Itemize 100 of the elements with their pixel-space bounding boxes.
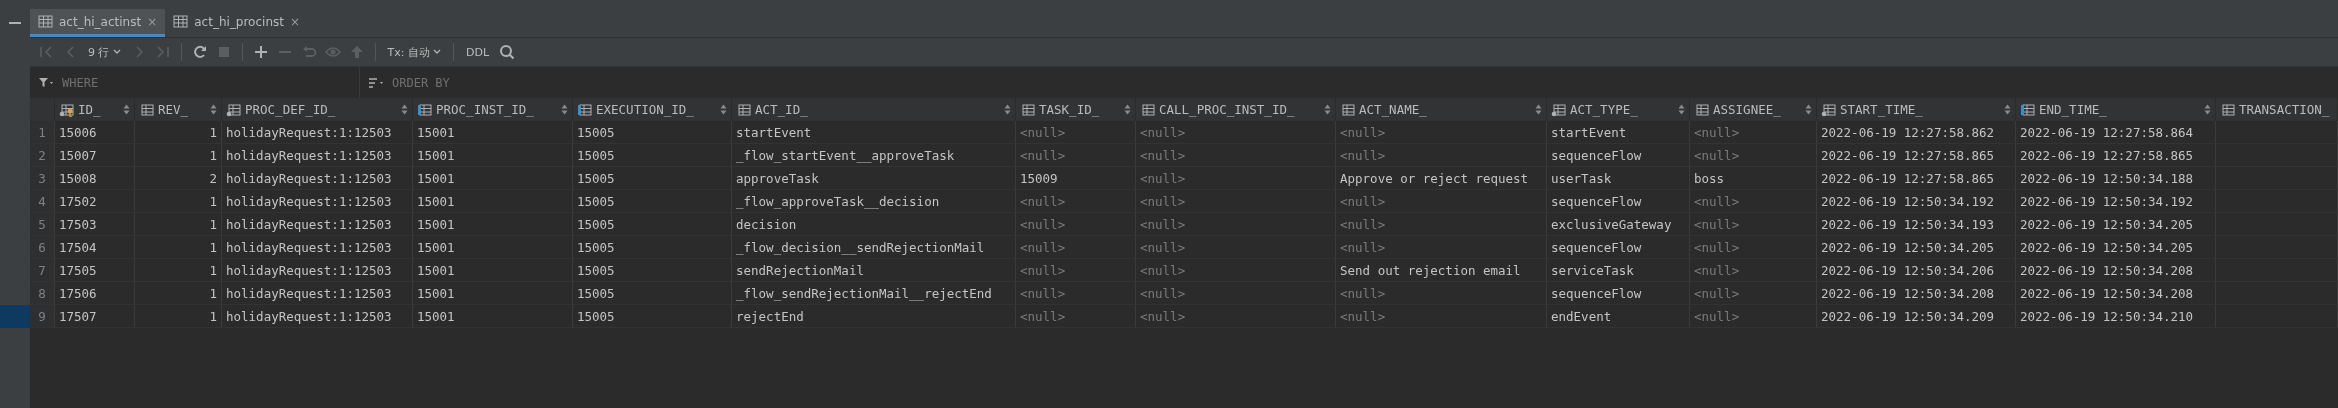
table-cell: <null> [1136, 213, 1336, 236]
table-cell: sequenceFlow [1547, 236, 1690, 259]
table-cell: sequenceFlow [1547, 144, 1690, 167]
search-icon[interactable] [498, 43, 516, 61]
sort-arrows-icon[interactable] [1678, 104, 1685, 115]
table-cell: 15007 [55, 144, 135, 167]
table-cell: Send out rejection email [1336, 259, 1547, 282]
table-cell: sequenceFlow [1547, 190, 1690, 213]
sort-arrows-icon[interactable] [1535, 104, 1542, 115]
table-cell: 15001 [413, 167, 573, 190]
column-header[interactable]: CALL_PROC_INST_ID_ [1136, 98, 1336, 121]
table-cell: 15005 [573, 259, 732, 282]
table-cell: 2022-06-19 12:50:34.210 [2016, 305, 2216, 328]
table-cell: <null> [1690, 190, 1817, 213]
sort-arrows-icon[interactable] [123, 104, 130, 115]
sort-arrows-icon[interactable] [2004, 104, 2011, 115]
table-cell: endEvent [1547, 305, 1690, 328]
column-header[interactable]: TRANSACTION_ [2216, 98, 2338, 121]
column-header[interactable]: ASSIGNEE_ [1690, 98, 1817, 121]
table-cell: decision [732, 213, 1016, 236]
sort-arrows-icon[interactable] [2204, 104, 2211, 115]
table-cell: <null> [1336, 282, 1547, 305]
sort-arrows-icon[interactable] [561, 104, 568, 115]
table-cell: <null> [1016, 213, 1136, 236]
sort-arrows-icon[interactable] [1004, 104, 1011, 115]
table-cell: 2022-06-19 12:50:34.209 [1817, 305, 2016, 328]
column-header[interactable]: PROC_INST_ID_ [413, 98, 573, 121]
table-cell: holidayRequest:1:12503 [222, 167, 413, 190]
table-cell: 17504 [55, 236, 135, 259]
table-cell: <null> [1690, 213, 1817, 236]
sort-icon [368, 76, 384, 89]
table-cell: _flow_sendRejectionMail__rejectEnd [732, 282, 1016, 305]
row-number: 3 [30, 167, 55, 190]
table-cell: exclusiveGateway [1547, 213, 1690, 236]
table-cell: 15005 [573, 213, 732, 236]
row-count-dropdown[interactable]: 9 行 [84, 44, 125, 60]
table-cell: 15005 [573, 305, 732, 328]
column-header[interactable]: REV_ [135, 98, 222, 121]
column-header[interactable]: ACT_ID_ [732, 98, 1016, 121]
table-cell: 17502 [55, 190, 135, 213]
table-cell: <null> [1016, 144, 1136, 167]
sort-arrows-icon[interactable] [1805, 104, 1812, 115]
tab[interactable]: act_hi_procinst × [165, 9, 308, 37]
table-icon [38, 14, 53, 29]
column-header[interactable]: TASK_ID_ [1016, 98, 1136, 121]
table-cell: boss [1690, 167, 1817, 190]
table-cell: 15001 [413, 236, 573, 259]
table-cell: 15005 [573, 190, 732, 213]
tab[interactable]: act_hi_actinst × [30, 9, 166, 37]
table-cell: 15005 [573, 236, 732, 259]
column-header[interactable]: START_TIME_ [1817, 98, 2016, 121]
caret-icon [112, 49, 121, 55]
row-number: 5 [30, 213, 55, 236]
table-cell: <null> [1690, 259, 1817, 282]
table-cell: <null> [1690, 121, 1817, 144]
table-cell: 1 [135, 190, 222, 213]
table-icon [173, 14, 189, 29]
table-cell: 15001 [413, 259, 573, 282]
transaction-mode-dropdown[interactable]: Tx: 自动 [383, 44, 445, 60]
table-cell: 15005 [573, 282, 732, 305]
table-cell: <null> [1136, 167, 1336, 190]
sort-arrows-icon[interactable] [1324, 104, 1331, 115]
table-cell: 1 [135, 213, 222, 236]
sort-arrows-icon[interactable] [1124, 104, 1131, 115]
table-cell: <null> [1336, 213, 1547, 236]
row-number: 7 [30, 259, 55, 282]
column-header[interactable]: PROC_DEF_ID_ [222, 98, 413, 121]
table-cell: <null> [1016, 121, 1136, 144]
table-cell: 2022-06-19 12:50:34.188 [2016, 167, 2216, 190]
table-cell: 1 [135, 236, 222, 259]
table-cell: <null> [1690, 305, 1817, 328]
table-cell: 2022-06-19 12:27:58.864 [2016, 121, 2216, 144]
table-cell: startEvent [732, 121, 1016, 144]
table-cell: <null> [1136, 121, 1336, 144]
sort-arrows-icon[interactable] [401, 104, 408, 115]
table-cell: 2022-06-19 12:50:34.193 [1817, 213, 2016, 236]
column-header[interactable]: ACT_NAME_ [1336, 98, 1547, 121]
table-cell: 2022-06-19 12:50:34.208 [1817, 282, 2016, 305]
table-cell: <null> [1136, 236, 1336, 259]
table-cell: <null> [1690, 236, 1817, 259]
sort-arrows-icon[interactable] [720, 104, 727, 115]
table-cell: 15001 [413, 121, 573, 144]
column-header[interactable]: END_TIME_ [2016, 98, 2216, 121]
table-cell: 15001 [413, 190, 573, 213]
column-header[interactable]: ID_ [55, 98, 135, 121]
table-cell: <null> [1336, 190, 1547, 213]
where-field[interactable]: WHERE [60, 74, 264, 91]
order-by-field[interactable]: ORDER BY [390, 74, 594, 91]
column-header[interactable]: ACT_TYPE_ [1547, 98, 1690, 121]
column-header[interactable]: EXECUTION_ID_ [573, 98, 732, 121]
table-cell: 1 [135, 121, 222, 144]
table-cell: <null> [1136, 282, 1336, 305]
sort-arrows-icon[interactable] [210, 104, 217, 115]
table-cell: 17505 [55, 259, 135, 282]
table-cell: holidayRequest:1:12503 [222, 305, 413, 328]
table-cell: holidayRequest:1:12503 [222, 213, 413, 236]
ddl-button[interactable]: DDL [461, 45, 493, 59]
table-cell: 15005 [573, 121, 732, 144]
table-cell: 15009 [1016, 167, 1136, 190]
close-button[interactable]: × [289, 14, 300, 29]
